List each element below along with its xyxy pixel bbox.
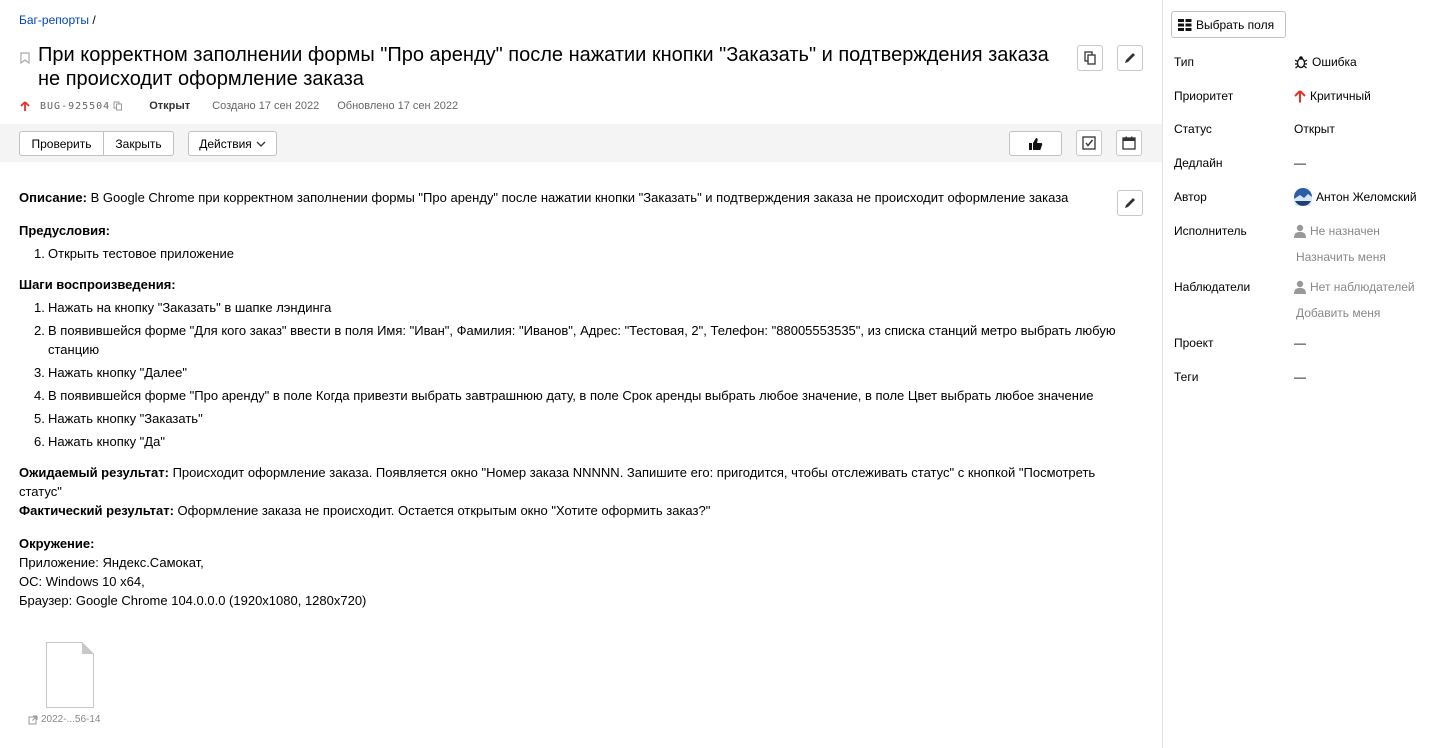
- actual-result: Фактический результат: Оформление заказа…: [19, 501, 1119, 520]
- chevron-down-icon: [256, 141, 266, 147]
- user-icon: [1294, 224, 1306, 238]
- status-value[interactable]: Открыт: [1294, 122, 1335, 136]
- steps-list: 1. Нажать на кнопку "Заказать" в шапке лэ…: [34, 298, 1119, 451]
- columns-icon: [1178, 18, 1192, 31]
- preconditions-list: 1. Открыть тестовое приложение: [34, 244, 1119, 263]
- tags-value[interactable]: —: [1294, 370, 1306, 384]
- status-badge: Открыт: [149, 100, 191, 112]
- description-text: В Google Chrome при корректном заполнени…: [86, 190, 1069, 205]
- description-paragraph: Описание: В Google Chrome при корректном…: [19, 188, 1119, 207]
- breadcrumb: Баг-репорты /: [19, 13, 96, 27]
- issue-key: BUG-925504: [40, 100, 111, 112]
- expected-text: Происходит оформление заказа. Появляется…: [19, 465, 1096, 499]
- main-column: Баг-репорты / При корректном заполнении …: [0, 0, 1162, 748]
- assignee-label: Исполнитель: [1174, 224, 1247, 238]
- type-label: Тип: [1174, 55, 1195, 69]
- updated-date: Обновлено 17 сен 2022: [337, 100, 459, 112]
- environment-line: ОС: Windows 10 x64,: [19, 574, 145, 589]
- breadcrumb-link[interactable]: Баг-репорты: [19, 13, 89, 27]
- author-value[interactable]: Антон Желомский: [1294, 188, 1417, 206]
- priority-label: Приоритет: [1174, 89, 1234, 103]
- deadline-value[interactable]: —: [1294, 156, 1306, 170]
- page-title: При корректном заполнении формы "Про аре…: [38, 44, 1049, 90]
- environment-line: Приложение: Яндекс.Самокат,: [19, 555, 204, 570]
- edit-title-button[interactable]: [1117, 45, 1143, 71]
- status-label: Статус: [1174, 122, 1212, 136]
- actual-text: Оформление заказа не происходит. Остаетс…: [173, 503, 711, 518]
- calendar-button[interactable]: [1116, 130, 1142, 156]
- environment-section: Окружение: Приложение: Яндекс.Самокат, О…: [19, 534, 1119, 610]
- priority-value[interactable]: Критичный: [1294, 89, 1371, 103]
- copy-button[interactable]: [1077, 45, 1103, 71]
- description-label: Описание:: [19, 190, 87, 205]
- watchers-label: Наблюдатели: [1174, 280, 1251, 294]
- project-label: Проект: [1174, 336, 1214, 350]
- created-date: Создано 17 сен 2022: [212, 100, 320, 112]
- type-value[interactable]: Ошибка: [1294, 55, 1357, 69]
- steps-label: Шаги воспроизведения:: [19, 277, 176, 292]
- list-item: 6. Нажать кнопку "Да": [34, 434, 165, 449]
- copy-icon: [1084, 51, 1096, 65]
- user-icon: [1294, 280, 1306, 294]
- calendar-icon: [1122, 136, 1136, 150]
- list-item: 3. Нажать кнопку "Далее": [34, 365, 187, 380]
- check-button[interactable]: Проверить: [19, 131, 104, 156]
- list-item: 4. В появившейся форме "Про аренду" в пол…: [34, 388, 1094, 403]
- actions-label: Действия: [199, 136, 252, 151]
- bookmark-icon[interactable]: [20, 52, 30, 64]
- actual-label: Фактический результат:: [19, 503, 174, 518]
- issue-description: Описание: В Google Chrome при корректном…: [19, 188, 1119, 610]
- author-label: Автор: [1174, 190, 1207, 204]
- avatar: [1294, 188, 1312, 206]
- tags-label: Теги: [1174, 370, 1199, 384]
- list-item: 2. В появившейся форме "Для кого заказ" в…: [34, 323, 1116, 357]
- add-me-link[interactable]: Добавить меня: [1296, 306, 1380, 320]
- issue-toolbar: Проверить Закрыть Действия: [0, 124, 1162, 162]
- arrow-up-icon: [20, 100, 30, 111]
- list-item: 1. Нажать на кнопку "Заказать" в шапке лэ…: [34, 300, 332, 315]
- choose-fields-button[interactable]: Выбрать поля: [1171, 11, 1286, 38]
- bug-icon: [1294, 56, 1308, 69]
- assign-me-link[interactable]: Назначить меня: [1296, 250, 1386, 264]
- breadcrumb-separator: /: [92, 13, 96, 27]
- deadline-label: Дедлайн: [1174, 156, 1223, 170]
- checklist-button[interactable]: [1076, 130, 1102, 156]
- edit-description-button[interactable]: [1117, 190, 1143, 216]
- watchers-value[interactable]: Нет наблюдателей: [1294, 280, 1415, 294]
- environment-line: Браузер: Google Chrome 104.0.0.0 (1920x1…: [19, 593, 367, 608]
- checklist-icon: [1082, 136, 1096, 150]
- list-item: 1. Открыть тестовое приложение: [34, 246, 235, 261]
- actions-dropdown[interactable]: Действия: [188, 131, 277, 156]
- arrow-up-icon: [1294, 89, 1306, 102]
- issue-sidebar: Выбрать поля Тип Ошибка Приоритет Критич…: [1162, 0, 1435, 748]
- file-icon: [46, 642, 94, 708]
- expected-result: Ожидаемый результат: Происходит оформлен…: [19, 463, 1119, 501]
- pencil-icon: [1125, 53, 1135, 63]
- assignee-value[interactable]: Не назначен: [1294, 224, 1380, 238]
- close-button[interactable]: Закрыть: [104, 131, 174, 156]
- external-link-icon: [28, 715, 38, 724]
- attachment-name[interactable]: 2022-...56-14: [28, 714, 101, 725]
- preconditions-label: Предусловия:: [19, 223, 110, 238]
- project-value[interactable]: —: [1294, 336, 1306, 350]
- copy-icon[interactable]: [113, 101, 123, 111]
- list-item: 5. Нажать кнопку "Заказать": [34, 411, 203, 426]
- issue-meta: BUG-925504 Открыт Создано 17 сен 2022 Об…: [20, 100, 458, 112]
- environment-label: Окружение:: [19, 536, 95, 551]
- pencil-icon: [1125, 198, 1135, 208]
- thumbs-up-icon: [1029, 137, 1043, 150]
- like-button[interactable]: [1009, 131, 1062, 156]
- expected-label: Ожидаемый результат:: [19, 465, 169, 480]
